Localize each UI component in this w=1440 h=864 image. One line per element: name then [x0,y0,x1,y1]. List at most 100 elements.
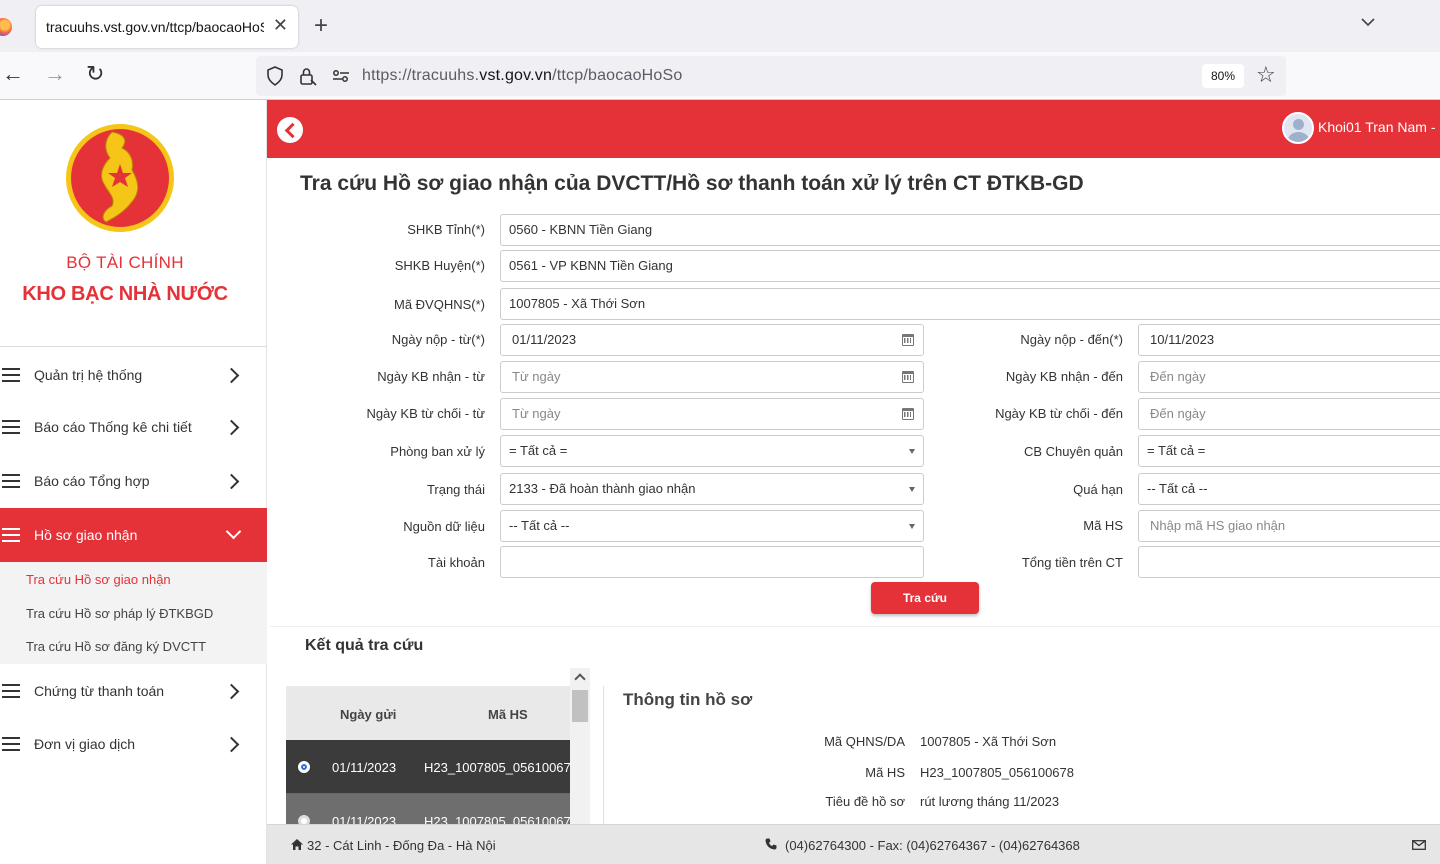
home-icon [291,839,303,850]
calendar-icon[interactable] [902,408,914,420]
trang-thai-select[interactable]: 2133 - Đã hoàn thành giao nhận [500,473,924,505]
sidebar-item-payment-vouchers[interactable]: Chứng từ thanh toán [0,664,267,718]
ma-dvqhns-label: Mã ĐVQHNS(*) [393,297,485,312]
cb-chuyen-quan-select[interactable]: = Tất cả = [1138,435,1440,467]
menu-icon [2,737,20,751]
ngay-kb-nhan-tu-input[interactable]: Từ ngày [500,361,924,393]
shkb-huyen-select[interactable]: 0561 - VP KBNN Tiền Giang [500,250,1440,282]
submenu-item-legal-dossier[interactable]: Tra cứu Hồ sơ pháp lý ĐTKBGD [26,606,213,621]
sidebar-item-system-admin[interactable]: Quản trị hệ thống [0,348,267,402]
address-bar[interactable]: https://tracuuhs.vst.gov.vn/ttcp/baocaoH… [256,56,1286,96]
ngay-kb-tuchoi-tu-label: Ngày KB từ chối - từ [366,406,485,421]
sidebar-item-transaction-units[interactable]: Đơn vị giao dịch [0,717,267,771]
scroll-up-arrow-icon[interactable] [574,673,586,685]
chevron-right-icon [223,473,240,489]
chevron-right-icon [223,683,240,699]
nguon-du-lieu-label: Nguồn dữ liệu [403,519,485,534]
browser-tab-bar: tracuuhs.vst.gov.vn/ttcp/baocaoHoSo ✕ + [0,0,1440,52]
detail-ma-qhns-value: 1007805 - Xã Thới Sơn [920,734,1057,749]
cell-ngay-gui: 01/11/2023 [332,760,397,775]
submenu-item-search-dossier[interactable]: Tra cứu Hồ sơ giao nhận [26,572,171,587]
row-radio[interactable] [298,761,310,773]
cb-chuyen-quan-label: CB Chuyên quản [1023,444,1123,459]
forward-button[interactable]: → [44,62,66,86]
table-row[interactable]: 01/11/2023 H23_1007805_05610067 [286,740,570,794]
zoom-badge[interactable]: 80% [1202,64,1244,88]
menu-icon [2,474,20,488]
nguon-du-lieu-value: -- Tất cả -- [509,518,570,533]
shkb-tinh-label: SHKB Tỉnh(*) [407,222,485,237]
phone-icon [765,838,777,850]
ngay-kb-nhan-tu-label: Ngày KB nhận - từ [377,369,485,384]
column-header-ma-hs[interactable]: Mã HS [488,707,528,722]
permissions-icon[interactable] [332,69,350,83]
ngay-kb-nhan-den-input[interactable]: Đến ngày [1138,361,1440,393]
page-title: Tra cứu Hồ sơ giao nhận của DVCTT/Hồ sơ … [300,172,1084,195]
ngay-nop-den-input[interactable]: 10/11/2023 [1138,324,1440,356]
browser-tab[interactable]: tracuuhs.vst.gov.vn/ttcp/baocaoHoSo ✕ [36,6,298,48]
ma-hs-label: Mã HS [1083,518,1123,533]
detail-title: Thông tin hồ sơ [623,690,753,709]
back-arrow-icon[interactable] [277,117,303,143]
ma-hs-input[interactable]: Nhập mã HS giao nhận [1138,510,1440,542]
ngay-kb-tuchoi-tu-placeholder: Từ ngày [512,406,561,421]
user-name[interactable]: Khoi01 Tran Nam - K [1318,119,1440,135]
row-radio[interactable] [298,815,310,824]
sidebar-item-detail-report[interactable]: Báo cáo Thống kê chi tiết [0,400,267,454]
ngay-nop-tu-input[interactable]: 01/11/2023 [500,324,924,356]
ngay-kb-nhan-tu-placeholder: Từ ngày [512,369,561,384]
cell-ngay-gui: 01/11/2023 [332,814,397,824]
close-tab-icon[interactable]: ✕ [273,15,288,36]
avatar[interactable] [1282,112,1314,144]
phong-ban-value: = Tất cả = [509,443,568,458]
submenu-item-registration-dossier[interactable]: Tra cứu Hồ sơ đăng ký DVCTT [26,639,206,654]
calendar-icon[interactable] [902,371,914,383]
menu-icon [2,420,20,434]
divider [0,346,267,347]
back-button[interactable]: ← [2,62,24,86]
phong-ban-select[interactable]: = Tất cả = [500,435,924,467]
chevron-right-icon [223,736,240,752]
detail-tieu-de-label: Tiêu đề hồ sơ [825,794,905,809]
sidebar-item-label: Báo cáo Thống kê chi tiết [34,419,192,435]
bookmark-star-icon[interactable]: ☆ [1256,62,1276,88]
shield-icon[interactable] [266,66,284,86]
column-header-ngay-gui[interactable]: Ngày gửi [340,707,396,722]
url-text[interactable]: https://tracuuhs.vst.gov.vn/ttcp/baocaoH… [362,67,683,85]
browser-nav-bar: ← → ↻ https://tracuuhs.vst.gov.vn/ttcp/b… [0,52,1440,100]
detail-ma-hs-value: H23_1007805_056100678 [920,765,1074,780]
chevron-right-icon [223,367,240,383]
new-tab-button[interactable]: + [314,12,328,40]
divider [603,686,604,826]
qua-han-select[interactable]: -- Tất cả -- [1138,473,1440,505]
cell-ma-hs: H23_1007805_05610067 [424,760,570,775]
sidebar-item-dossier[interactable]: Hồ sơ giao nhận [0,508,267,562]
menu-icon [2,528,20,542]
table-header: Ngày gửi Mã HS [286,686,570,740]
nguon-du-lieu-select[interactable]: -- Tất cả -- [500,510,924,542]
sidebar-item-summary-report[interactable]: Báo cáo Tổng hợp [0,454,267,508]
ngay-kb-tuchoi-tu-input[interactable]: Từ ngày [500,398,924,430]
footer: 32 - Cát Linh - Đống Đa - Hà Nội (04)627… [267,824,1440,864]
divider [270,626,1440,627]
menu-icon [2,368,20,382]
lock-icon[interactable] [298,66,318,86]
ma-dvqhns-select[interactable]: 1007805 - Xã Thới Sơn [500,288,1440,320]
ngay-nop-tu-value: 01/11/2023 [512,332,577,347]
shkb-tinh-select[interactable]: 0560 - KBNN Tiền Giang [500,214,1440,246]
results-scrollbar[interactable] [570,668,590,828]
menu-icon [2,684,20,698]
tai-khoan-input[interactable] [500,546,924,578]
shkb-huyen-label: SHKB Huyện(*) [394,258,485,273]
reload-button[interactable]: ↻ [86,62,104,86]
search-button[interactable]: Tra cứu [871,582,979,614]
scroll-thumb[interactable] [572,690,588,722]
results-title: Kết quả tra cứu [305,637,424,654]
ngay-kb-tuchoi-den-input[interactable]: Đến ngày [1138,398,1440,430]
ngay-kb-tuchoi-den-label: Ngày KB từ chối - đến [995,406,1123,421]
chevron-down-icon[interactable] [1360,14,1376,30]
calendar-icon[interactable] [902,334,914,346]
table-row[interactable]: 01/11/2023 H23_1007805_05610067 [286,794,570,824]
detail-tieu-de-value: rút lương tháng 11/2023 [920,794,1060,809]
tong-tien-input[interactable] [1138,546,1440,578]
